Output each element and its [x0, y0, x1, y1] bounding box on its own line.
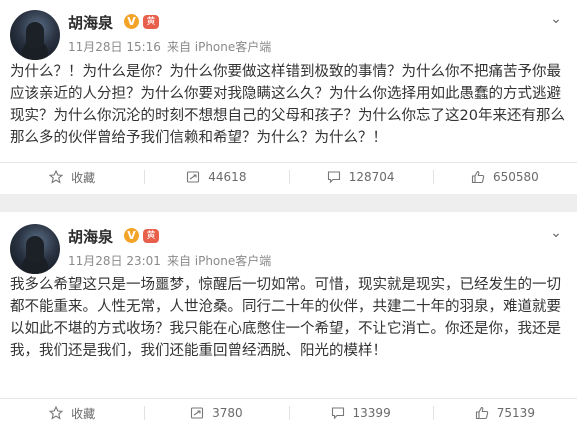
post-source: 来自 iPhone客户端	[166, 40, 272, 54]
repost-count: 44618	[208, 170, 247, 184]
star-icon	[49, 406, 64, 420]
weibo-post-1: 胡海泉 V 黄 11月28日 15:16 来自 iPhone客户端 ⌄ 为什么？！…	[0, 0, 577, 194]
favorite-button[interactable]: 收藏	[0, 163, 144, 191]
repost-count: 3780	[212, 406, 243, 420]
repost-button[interactable]: 44618	[144, 163, 288, 191]
favorite-button[interactable]: 收藏	[0, 399, 144, 427]
like-count: 650580	[492, 170, 539, 184]
chevron-down-icon[interactable]: ⌄	[549, 12, 563, 26]
comment-icon	[327, 171, 340, 184]
post-meta: 11月28日 23:01 来自 iPhone客户端	[68, 252, 271, 269]
repost-button[interactable]: 3780	[144, 399, 288, 427]
comment-count: 13399	[352, 406, 391, 420]
author-name[interactable]: 胡海泉	[68, 12, 113, 33]
like-button[interactable]: 75139	[432, 399, 577, 427]
author-avatar[interactable]	[10, 10, 60, 60]
like-count: 75139	[496, 406, 535, 420]
action-bar: 收藏 44618 128704 650580	[0, 162, 577, 191]
star-icon	[49, 170, 64, 184]
post-time: 11月28日 15:16	[68, 40, 161, 54]
favorite-label: 收藏	[71, 170, 96, 185]
comment-icon	[331, 407, 344, 420]
post-source: 来自 iPhone客户端	[166, 254, 272, 268]
thumbs-up-icon	[475, 406, 488, 420]
repost-icon	[187, 171, 200, 183]
member-badge-icon: 黄	[143, 229, 159, 243]
thumbs-up-icon	[471, 170, 485, 184]
comment-button[interactable]: 13399	[288, 399, 433, 427]
weibo-post-2: 胡海泉 V 黄 11月28日 23:01 来自 iPhone客户端 ⌄ 我多么希望…	[0, 212, 577, 428]
author-name[interactable]: 胡海泉	[68, 226, 113, 247]
comment-button[interactable]: 128704	[288, 163, 433, 191]
member-badge-icon: 黄	[143, 15, 159, 29]
author-avatar[interactable]	[10, 224, 60, 274]
repost-icon	[191, 407, 204, 419]
verified-v-icon: V	[124, 228, 139, 243]
favorite-label: 收藏	[71, 406, 96, 421]
post-text: 为什么？！为什么是你？为什么你要做这样错到极致的事情？为什么你不把痛苦予你最应该…	[10, 64, 565, 146]
post-time: 11月28日 23:01	[68, 254, 161, 268]
action-bar: 收藏 3780 13399 75139	[0, 398, 577, 427]
comment-count: 128704	[348, 170, 395, 184]
chevron-down-icon[interactable]: ⌄	[549, 226, 563, 240]
post-meta: 11月28日 15:16 来自 iPhone客户端	[68, 38, 271, 55]
post-separator	[0, 194, 577, 212]
like-button[interactable]: 650580	[432, 163, 577, 191]
post-text: 我多么希望这只是一场噩梦，惊醒后一切如常。可惜，现实就是现实，已经发生的一切都不…	[10, 277, 561, 359]
verified-v-icon: V	[124, 14, 139, 29]
